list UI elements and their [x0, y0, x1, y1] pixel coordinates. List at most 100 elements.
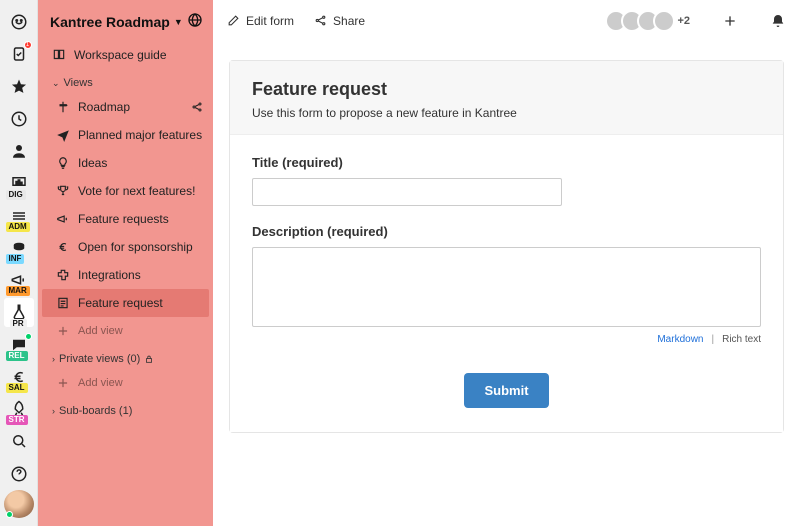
private-views-label: Private views (0) [59, 353, 140, 365]
collaborator-avatars[interactable]: +2 [611, 10, 690, 32]
rail-logo[interactable] [4, 8, 34, 36]
share-label: Share [333, 14, 365, 28]
content: Feature request Use this form to propose… [213, 42, 800, 451]
board-title-dropdown[interactable]: Kantree Roadmap ▼ [50, 14, 183, 30]
rail-badge-adm: ADM [6, 222, 30, 232]
description-textarea[interactable] [252, 247, 761, 327]
plane-icon [56, 128, 70, 142]
submit-button[interactable]: Submit [464, 373, 548, 408]
sub-boards-toggle[interactable]: › Sub-boards (1) [38, 397, 213, 421]
rail-user-avatar[interactable] [4, 490, 34, 518]
view-planned-label: Planned major features [78, 128, 202, 142]
view-sponsorship-label: Open for sponsorship [78, 240, 193, 254]
view-feature-request[interactable]: Feature request [42, 289, 209, 317]
markdown-toggle[interactable]: Markdown [657, 334, 703, 345]
help-icon [10, 465, 28, 483]
rail-str[interactable]: STR [4, 395, 34, 423]
avatar [653, 10, 675, 32]
rail-rel[interactable]: REL [4, 331, 34, 359]
form-header: Feature request Use this form to propose… [230, 61, 783, 135]
private-views-toggle[interactable]: › Private views (0) [38, 345, 213, 369]
euro-icon [56, 240, 70, 254]
form-body: Title (required) Description (required) … [230, 135, 783, 432]
description-label: Description (required) [252, 224, 761, 239]
rail-badge-pr: PR [10, 319, 27, 329]
rail-star[interactable] [4, 73, 34, 101]
online-dot [25, 333, 32, 340]
rail-checklist[interactable]: 1 [4, 40, 34, 68]
title-input[interactable] [252, 178, 562, 206]
rail-sal[interactable]: SAL [4, 363, 34, 391]
view-integrations[interactable]: Integrations [38, 261, 213, 289]
rail-badge-str: STR [6, 415, 28, 425]
pencil-icon [227, 14, 240, 27]
add-view-label: Add view [78, 325, 123, 337]
megaphone-icon [56, 212, 70, 226]
avatar-more-count: +2 [677, 15, 690, 27]
view-sponsorship[interactable]: Open for sponsorship [38, 233, 213, 261]
puzzle-icon [56, 268, 70, 282]
rail-inf[interactable]: INF [4, 234, 34, 262]
sidebar-workspace-guide[interactable]: Workspace guide [38, 41, 213, 69]
add-private-view[interactable]: Add view [38, 369, 213, 397]
icon-rail: 1 DIG ADM INF MAR PR REL SAL STR [0, 0, 38, 526]
sub-boards-label: Sub-boards (1) [59, 405, 132, 417]
description-field: Description (required) Markdown | Rich t… [252, 224, 761, 345]
rail-pr[interactable]: PR [4, 298, 34, 326]
title-label: Title (required) [252, 155, 761, 170]
form-icon [56, 296, 70, 310]
chevron-right-icon: › [52, 406, 55, 416]
chevron-down-icon: ⌄ [52, 78, 60, 89]
form-title: Feature request [252, 79, 761, 100]
app-logo-icon [10, 13, 28, 31]
rail-person[interactable] [4, 137, 34, 165]
notifications-button[interactable] [770, 13, 786, 29]
form-subtitle: Use this form to propose a new feature i… [252, 106, 761, 120]
views-section-toggle[interactable]: ⌄ Views [38, 69, 213, 93]
share-icon [191, 101, 203, 113]
rail-mar[interactable]: MAR [4, 266, 34, 294]
rail-badge-rel: REL [6, 351, 28, 361]
rail-adm[interactable]: ADM [4, 202, 34, 230]
rail-badge-sal: SAL [6, 383, 28, 393]
rail-badge-inf: INF [6, 254, 25, 264]
notification-badge: 1 [24, 41, 32, 49]
share-button[interactable]: Share [314, 14, 365, 28]
editor-mode-row: Markdown | Rich text [252, 334, 761, 345]
add-view[interactable]: Add view [38, 317, 213, 345]
rail-help[interactable] [4, 460, 34, 488]
rail-badge-mar: MAR [6, 286, 30, 296]
view-vote[interactable]: Vote for next features! [38, 177, 213, 205]
rail-clock[interactable] [4, 105, 34, 133]
add-button[interactable] [722, 13, 738, 29]
rail-dig[interactable]: DIG [4, 169, 34, 197]
edit-form-button[interactable]: Edit form [227, 14, 294, 28]
person-icon [10, 142, 28, 160]
view-roadmap-label: Roadmap [78, 100, 130, 114]
star-icon [10, 78, 28, 96]
signpost-icon [56, 100, 70, 114]
richtext-toggle[interactable]: Rich text [722, 334, 761, 345]
clock-icon [10, 110, 28, 128]
views-label: Views [64, 77, 93, 89]
trophy-icon [56, 184, 70, 198]
title-field: Title (required) [252, 155, 761, 206]
separator: | [711, 334, 714, 345]
share-icon [314, 14, 327, 27]
edit-form-label: Edit form [246, 14, 294, 28]
form-card: Feature request Use this form to propose… [229, 60, 784, 433]
view-ideas[interactable]: Ideas [38, 149, 213, 177]
search-icon [10, 432, 28, 450]
lightbulb-icon [56, 156, 70, 170]
view-planned[interactable]: Planned major features [38, 121, 213, 149]
globe-button[interactable] [187, 12, 203, 31]
book-icon [52, 48, 66, 62]
view-ideas-label: Ideas [78, 156, 107, 170]
board-title: Kantree Roadmap [50, 14, 170, 30]
view-roadmap[interactable]: Roadmap [38, 93, 213, 121]
caret-down-icon: ▼ [174, 17, 183, 27]
view-feature-requests[interactable]: Feature requests [38, 205, 213, 233]
globe-icon [187, 12, 203, 28]
main-area: Edit form Share +2 Feature request Use t… [213, 0, 800, 526]
rail-search[interactable] [4, 427, 34, 455]
